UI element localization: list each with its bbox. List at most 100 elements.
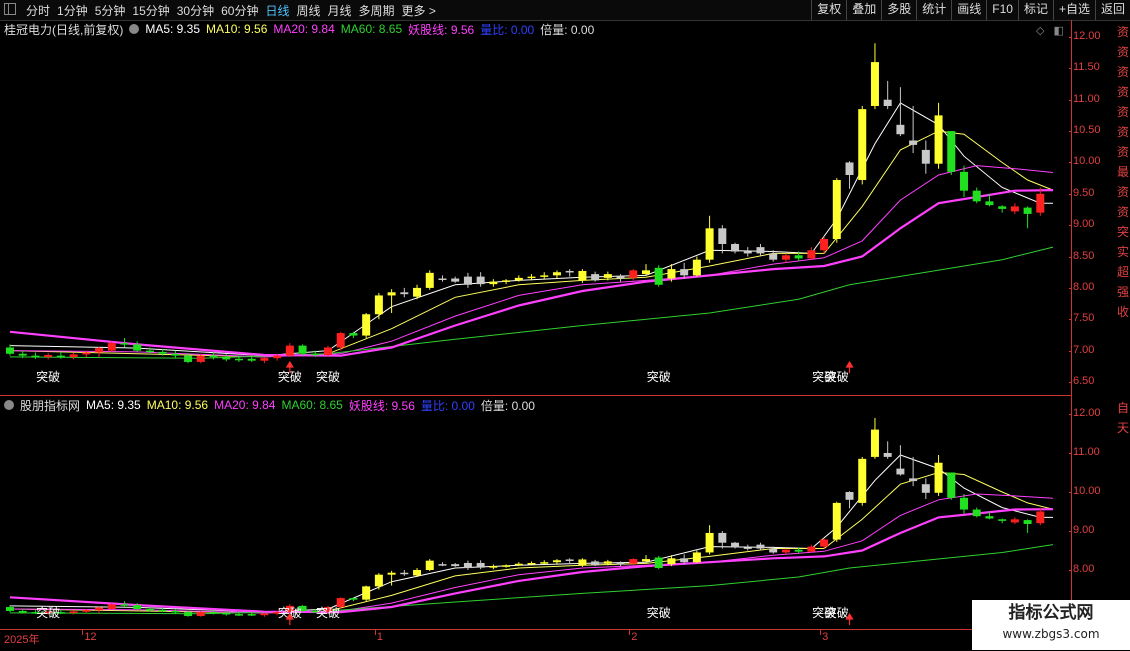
candle-body xyxy=(18,353,27,356)
candle-body xyxy=(120,343,129,345)
candlestick-chart[interactable]: 突破突破突破突破突破突破 突破突破突破突破突破突破 xyxy=(0,0,1072,650)
candle-body xyxy=(794,255,803,259)
line-ma10 xyxy=(9,130,1054,358)
candle-body xyxy=(769,548,778,553)
candle-body xyxy=(476,562,485,568)
axis-tick: 8.50 xyxy=(1068,249,1095,262)
candle-body xyxy=(107,604,116,609)
candle-body xyxy=(667,269,676,279)
candle-body xyxy=(540,562,549,564)
axis-tick: 8.00 xyxy=(1068,563,1095,575)
date-tick: 3 xyxy=(822,631,829,643)
candle-body xyxy=(425,272,434,288)
candle-body xyxy=(896,468,905,475)
candle-body xyxy=(145,350,154,353)
signal-label: 突破 xyxy=(316,605,340,620)
candle-body xyxy=(896,124,905,135)
axis-tick: 9.00 xyxy=(1068,218,1095,231)
candle-body xyxy=(171,610,180,613)
candle-body xyxy=(552,560,561,563)
candle-body xyxy=(909,478,918,482)
candle-body xyxy=(247,358,256,361)
axis-tick: 9.50 xyxy=(1068,186,1095,199)
side-signal-text: 资资资资资资资最资资突实超强收 xyxy=(1117,25,1130,319)
candle-body xyxy=(858,109,867,181)
candle-body xyxy=(514,563,523,566)
candle-body xyxy=(44,355,53,357)
candle-body xyxy=(985,516,994,519)
candle-body xyxy=(680,269,689,276)
candle-body xyxy=(756,544,765,549)
date-tick: 2 xyxy=(631,631,638,643)
candle-body xyxy=(527,276,536,279)
candle-body xyxy=(489,281,498,285)
signal-label: 突破 xyxy=(316,369,340,384)
candle-body xyxy=(133,605,142,609)
candle-body xyxy=(629,559,638,564)
signal-label: 突破 xyxy=(647,369,671,384)
candle-body xyxy=(603,561,612,564)
candle-body xyxy=(909,140,918,145)
candle-body xyxy=(184,612,193,617)
candle-body xyxy=(845,492,854,500)
signal-label: 突破 xyxy=(825,369,849,384)
candle-body xyxy=(349,598,358,600)
candle-body xyxy=(145,609,154,611)
candle-body xyxy=(400,572,409,575)
axis-tick: 10.00 xyxy=(1069,485,1101,497)
candle-body xyxy=(769,253,778,260)
candle-body xyxy=(947,472,956,498)
candle-body xyxy=(654,267,663,285)
candle-body xyxy=(463,276,472,285)
candle-body xyxy=(934,115,943,164)
date-tick: 1 xyxy=(376,631,383,643)
candle-body xyxy=(845,162,854,175)
candle-body xyxy=(18,610,27,613)
candle-body xyxy=(642,559,650,562)
candle-body xyxy=(387,292,396,296)
candle-body xyxy=(743,547,752,549)
candle-body xyxy=(413,287,422,297)
axis-tick: 7.00 xyxy=(1068,343,1095,356)
candle-body xyxy=(832,502,841,540)
candle-body xyxy=(273,355,282,359)
signal-label: 突破 xyxy=(36,605,60,620)
date-tick: 2025年 xyxy=(4,634,40,646)
candle-body xyxy=(858,458,867,503)
candle-body xyxy=(616,562,625,565)
candle-body xyxy=(285,345,294,356)
candle-body xyxy=(820,539,829,547)
candle-body xyxy=(820,238,829,251)
candle-body xyxy=(527,562,536,565)
candle-body xyxy=(362,314,371,336)
date-tick-mark xyxy=(820,630,822,635)
line-ma5 xyxy=(9,102,1053,357)
candle-body xyxy=(591,561,600,566)
candle-body xyxy=(95,348,104,353)
candle-body xyxy=(69,354,78,357)
axis-tick: 11.00 xyxy=(1069,446,1100,458)
candle-body xyxy=(807,546,816,552)
candle-body xyxy=(514,277,523,281)
line-ma5 xyxy=(9,454,1053,613)
candle-body xyxy=(947,131,956,172)
candle-body xyxy=(998,206,1007,209)
candle-body xyxy=(120,604,129,606)
candle-body xyxy=(832,180,841,239)
candle-body xyxy=(578,559,587,566)
candle-body xyxy=(463,562,472,569)
candle-body xyxy=(667,558,676,565)
signal-label: 突破 xyxy=(647,605,671,620)
candle-body xyxy=(680,558,689,563)
candle-body xyxy=(82,352,91,355)
main-price-axis: 12.00 11.50 11.00 10.50 10.00 9.50 9.00 8.50 8.0… xyxy=(1068,0,1113,395)
candle-body xyxy=(934,462,943,493)
candle-body xyxy=(565,559,574,561)
candle-body xyxy=(972,190,981,202)
candle-body xyxy=(400,292,409,295)
candle-body xyxy=(171,353,180,356)
candle-body xyxy=(731,542,740,548)
candle-body xyxy=(654,557,663,569)
date-tick-mark xyxy=(82,630,84,635)
candle-body xyxy=(476,276,485,285)
